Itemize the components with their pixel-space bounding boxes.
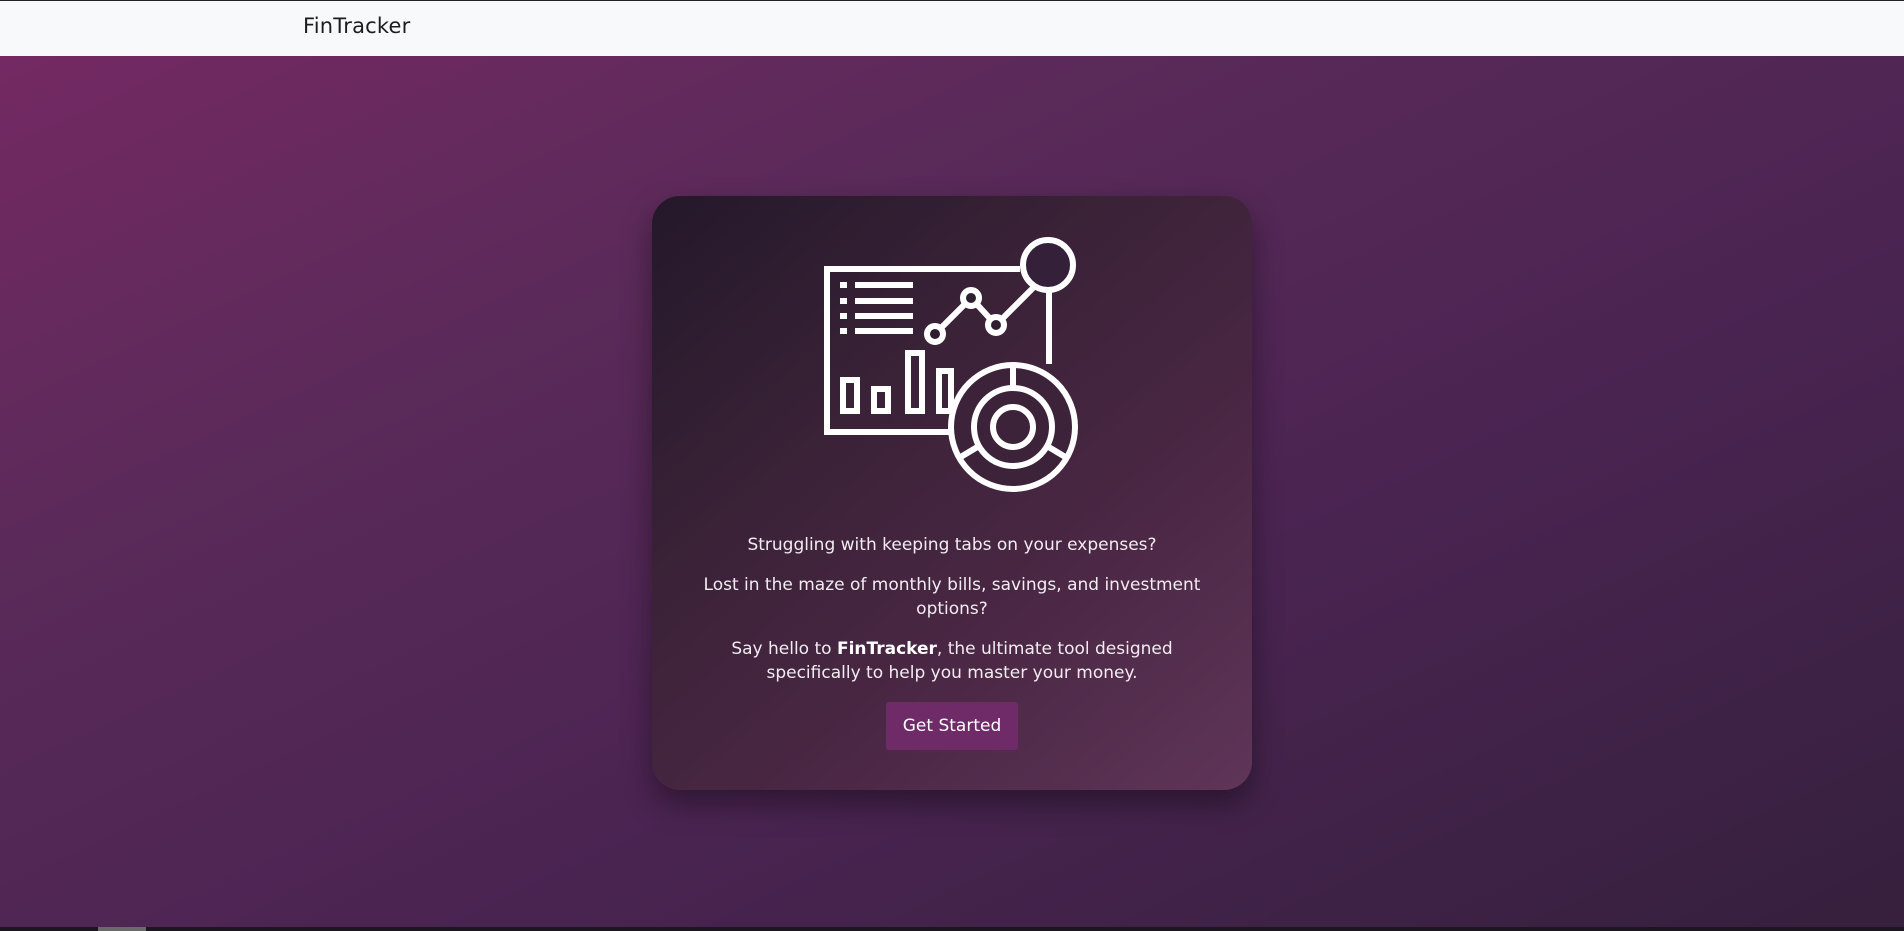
intro-question-1: Struggling with keeping tabs on your exp… (747, 535, 1157, 555)
intro-pitch-prefix: Say hello to (731, 639, 837, 659)
intro-pitch: Say hello to FinTracker, the ultimate to… (682, 637, 1222, 685)
intro-card: Struggling with keeping tabs on your exp… (652, 196, 1252, 790)
horizontal-scrollbar-thumb[interactable] (98, 927, 146, 931)
horizontal-scrollbar-track[interactable] (0, 927, 1904, 931)
get-started-button[interactable]: Get Started (886, 702, 1018, 750)
top-navbar: FinTracker (0, 0, 1904, 56)
financial-dashboard-icon (824, 237, 1078, 492)
intro-pitch-brand: FinTracker (836, 639, 937, 659)
intro-question-2: Lost in the maze of monthly bills, savin… (703, 575, 1201, 619)
brand-logo-link[interactable]: FinTracker (303, 14, 410, 38)
